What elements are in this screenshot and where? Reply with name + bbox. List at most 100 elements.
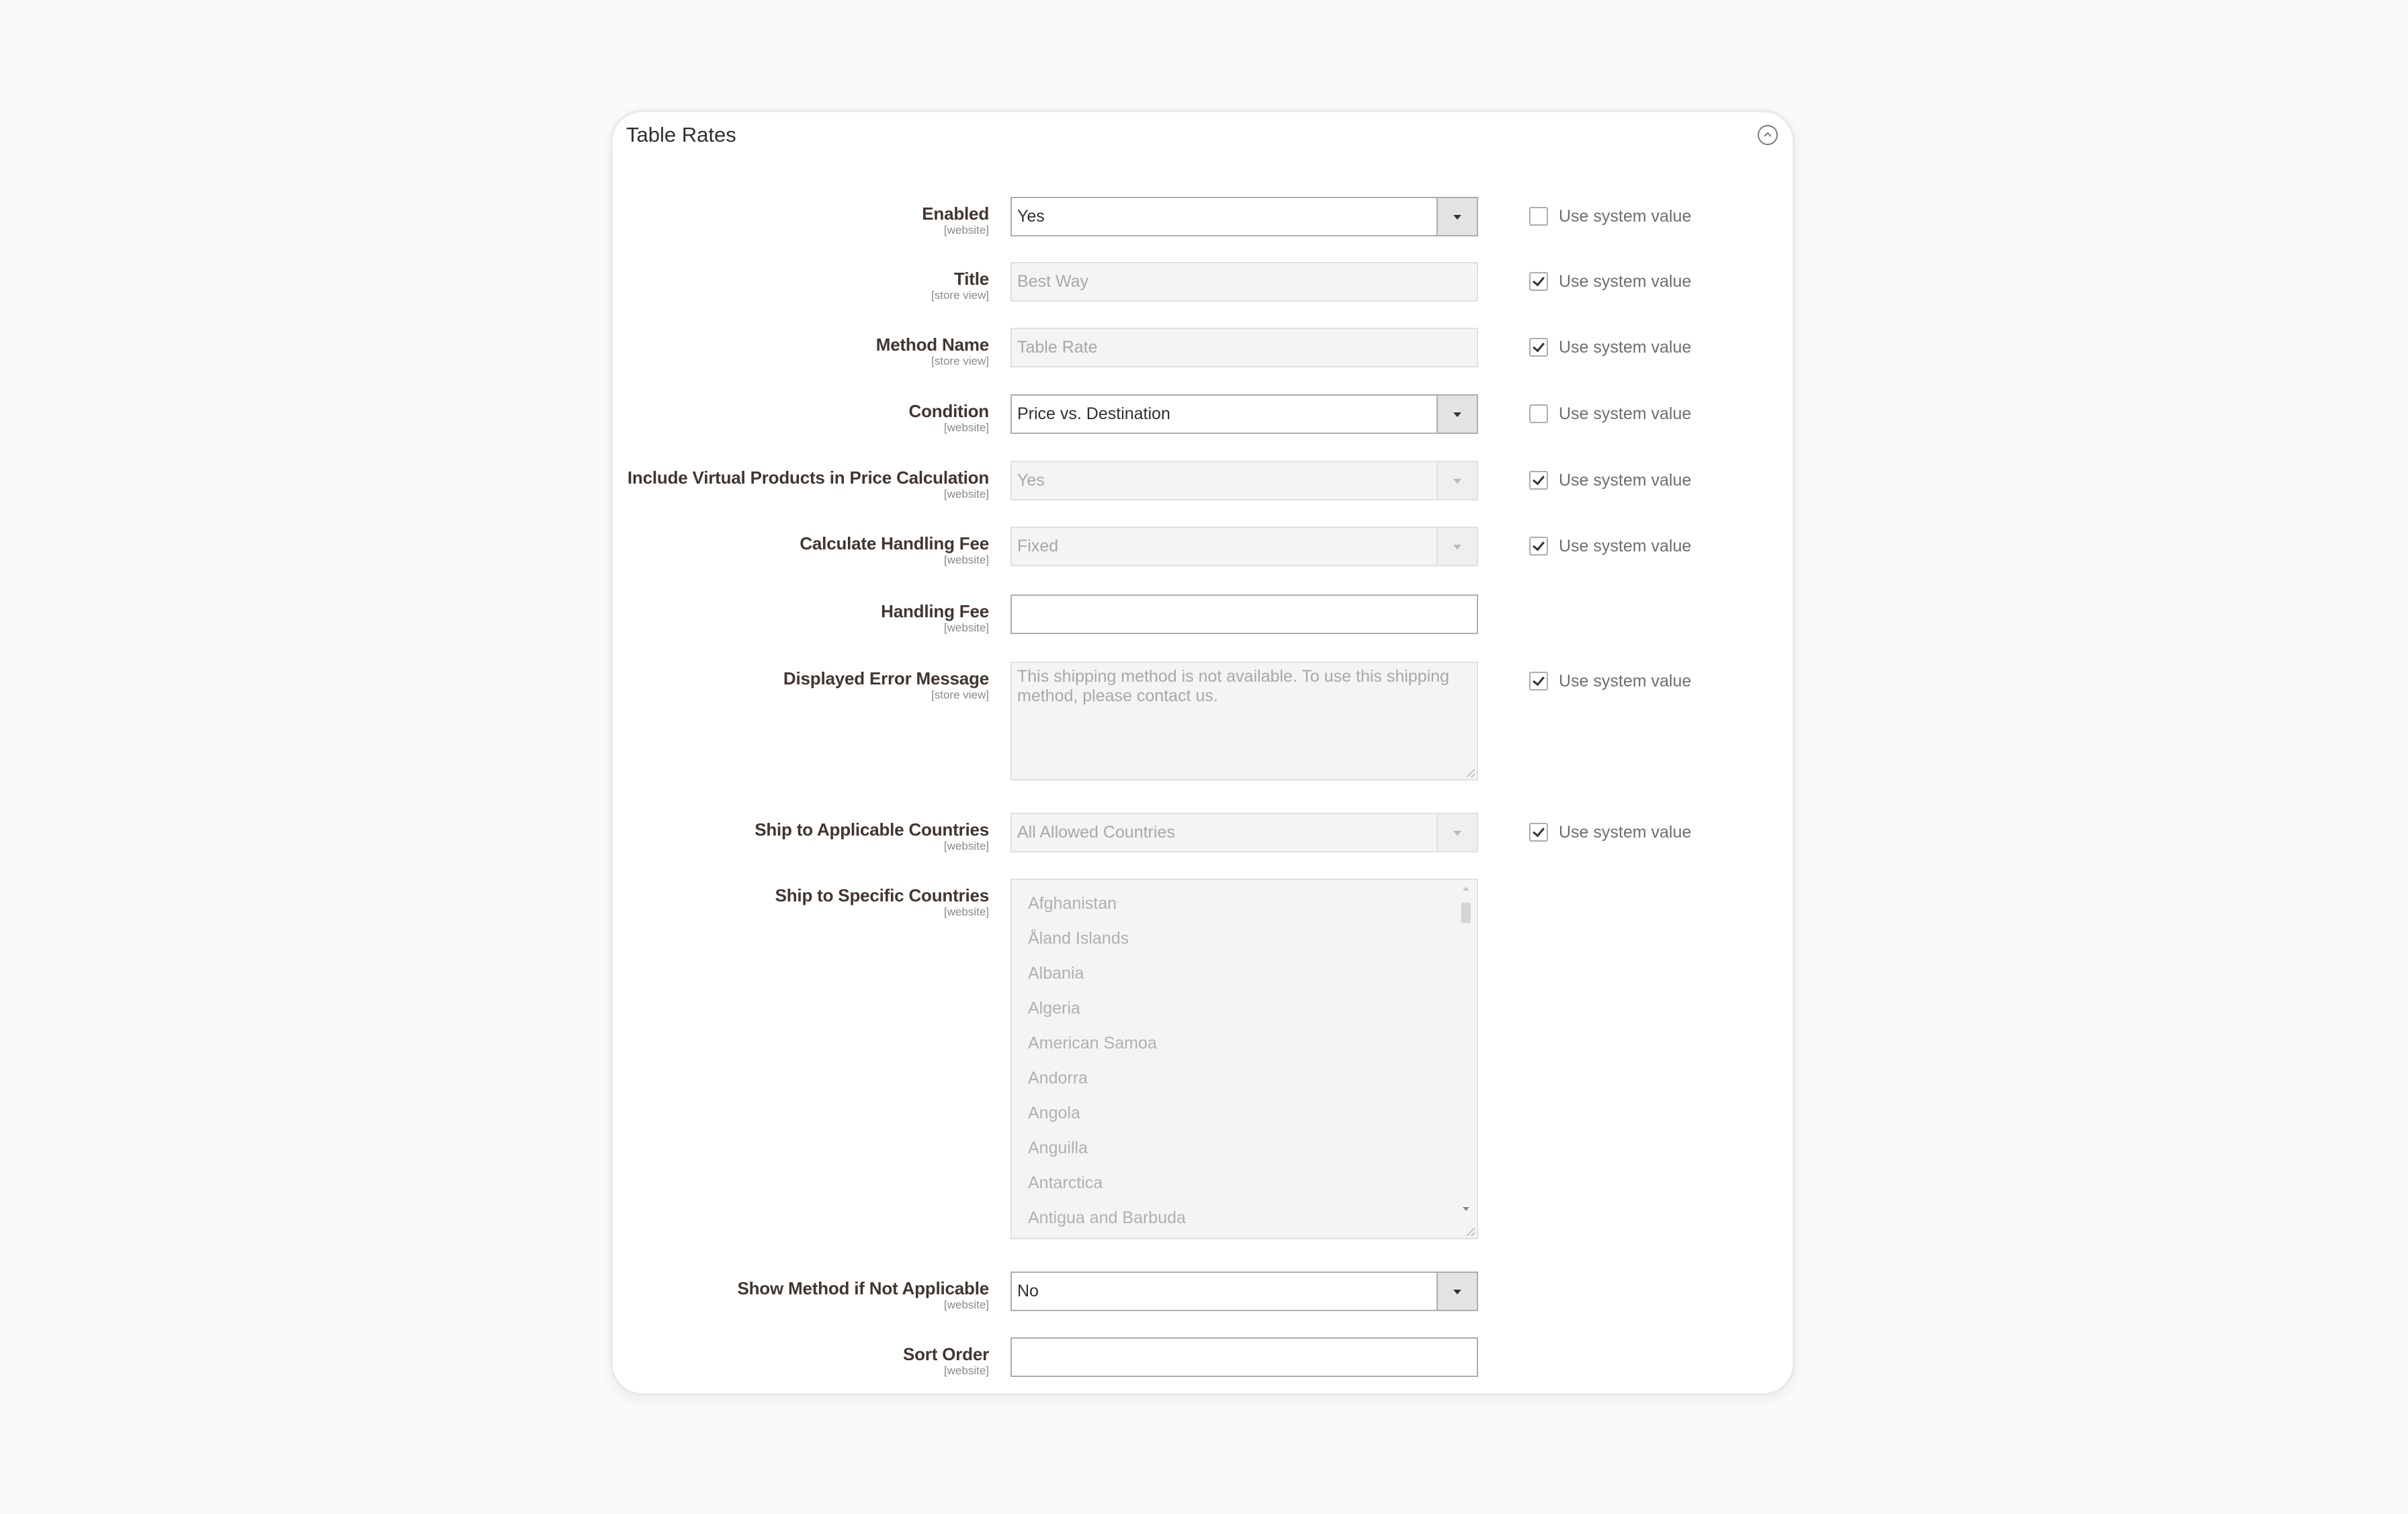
select-value: No: [1017, 1282, 1039, 1300]
caret-down-icon: [1453, 1289, 1461, 1294]
use-system-value-checkbox[interactable]: [1529, 207, 1548, 226]
scroll-down-icon[interactable]: [1463, 1207, 1469, 1211]
dropdown-toggle[interactable]: [1436, 198, 1477, 235]
select-value: All Allowed Countries: [1017, 823, 1175, 842]
field-label: Sort Order: [902, 1344, 989, 1364]
calc-handling-fee-select[interactable]: Fixed: [1010, 527, 1478, 566]
resize-handle-icon[interactable]: [1467, 1228, 1475, 1236]
scrollbar-thumb[interactable]: [1461, 903, 1471, 923]
scroll-up-icon[interactable]: [1463, 887, 1469, 891]
field-label: Calculate Handling Fee: [800, 533, 989, 553]
use-system-value-error-message[interactable]: Use system value: [1529, 671, 1691, 691]
method-name-input[interactable]: Table Rate: [1010, 328, 1478, 367]
dropdown-toggle[interactable]: [1436, 528, 1477, 565]
country-option[interactable]: Antigua and Barbuda: [1028, 1208, 1186, 1228]
country-option[interactable]: Angola: [1028, 1103, 1080, 1123]
country-option[interactable]: Anguilla: [1028, 1138, 1088, 1158]
field-label: Show Method if Not Applicable: [737, 1278, 989, 1298]
section-title: Table Rates: [626, 123, 736, 146]
use-system-value-checkbox[interactable]: [1529, 537, 1548, 555]
scope-label: [website]: [943, 488, 989, 500]
use-system-value-label: Use system value: [1559, 404, 1692, 423]
use-system-value-checkbox[interactable]: [1529, 823, 1548, 842]
scope-label: [store view]: [931, 688, 989, 701]
sort-order-input[interactable]: [1010, 1337, 1478, 1377]
use-system-value-label: Use system value: [1559, 822, 1692, 842]
use-system-value-title[interactable]: Use system value: [1529, 271, 1691, 292]
field-label: Displayed Error Message: [783, 668, 989, 688]
condition-select[interactable]: Price vs. Destination: [1010, 394, 1478, 434]
scope-label: [store view]: [931, 355, 989, 367]
dropdown-toggle[interactable]: [1436, 814, 1477, 851]
country-option[interactable]: Algeria: [1028, 998, 1080, 1018]
use-system-value-label: Use system value: [1559, 536, 1692, 555]
country-option[interactable]: Albania: [1028, 963, 1084, 983]
dropdown-toggle[interactable]: [1436, 1273, 1477, 1310]
applicable-countries-select[interactable]: All Allowed Countries: [1010, 813, 1478, 852]
use-system-value-include-virtual[interactable]: Use system value: [1529, 470, 1691, 490]
scrollbar[interactable]: [1459, 883, 1473, 1235]
scope-label: [website]: [943, 1364, 989, 1377]
enabled-select[interactable]: Yes: [1010, 197, 1478, 236]
country-option[interactable]: Antarctica: [1028, 1173, 1103, 1193]
use-system-value-condition[interactable]: Use system value: [1529, 404, 1691, 424]
country-option[interactable]: American Samoa: [1028, 1033, 1157, 1053]
scope-label: [store view]: [931, 289, 989, 302]
field-label: Condition: [908, 401, 990, 421]
error-message-textarea[interactable]: This shipping method is not available. T…: [1010, 662, 1478, 781]
field-label: Title: [954, 269, 989, 289]
use-system-value-checkbox[interactable]: [1529, 404, 1548, 423]
dropdown-toggle[interactable]: [1436, 396, 1477, 433]
country-option[interactable]: Andorra: [1028, 1068, 1088, 1088]
use-system-value-label: Use system value: [1559, 271, 1692, 291]
scope-label: [website]: [943, 553, 989, 566]
scope-label: [website]: [943, 621, 989, 634]
country-option[interactable]: Afghanistan: [1028, 893, 1117, 914]
field-label: Ship to Specific Countries: [775, 885, 990, 905]
scope-label: [website]: [943, 224, 989, 236]
textarea-value: This shipping method is not available. T…: [1017, 667, 1449, 705]
show-method-select[interactable]: No: [1010, 1272, 1478, 1311]
use-system-value-label: Use system value: [1559, 337, 1692, 357]
caret-down-icon: [1453, 412, 1461, 417]
scope-label: [website]: [943, 421, 989, 434]
chevron-up-icon: [1764, 132, 1772, 137]
use-system-value-checkbox[interactable]: [1529, 672, 1548, 691]
use-system-value-checkbox[interactable]: [1529, 471, 1548, 490]
use-system-value-label: Use system value: [1559, 470, 1692, 490]
caret-down-icon: [1453, 544, 1461, 549]
input-value: Table Rate: [1017, 338, 1098, 357]
use-system-value-checkbox[interactable]: [1529, 272, 1548, 291]
field-label: Handling Fee: [881, 601, 989, 621]
use-system-value-applicable-countries[interactable]: Use system value: [1529, 822, 1691, 842]
collapse-button[interactable]: [1758, 125, 1778, 145]
field-label: Ship to Applicable Countries: [755, 819, 989, 840]
use-system-value-checkbox[interactable]: [1529, 338, 1548, 357]
scope-label: [website]: [943, 840, 989, 852]
select-value: Fixed: [1017, 537, 1059, 555]
select-value: Price vs. Destination: [1017, 404, 1170, 423]
country-option[interactable]: Åland Islands: [1028, 928, 1129, 948]
field-label: Include Virtual Products in Price Calcul…: [627, 467, 989, 488]
title-input[interactable]: Best Way: [1010, 262, 1478, 302]
input-value: Best Way: [1017, 272, 1089, 291]
scope-label: [website]: [943, 1298, 989, 1311]
use-system-value-method-name[interactable]: Use system value: [1529, 337, 1691, 357]
select-value: Yes: [1017, 207, 1045, 226]
use-system-value-label: Use system value: [1559, 671, 1692, 691]
handling-fee-input[interactable]: [1010, 594, 1478, 634]
include-virtual-select[interactable]: Yes: [1010, 461, 1478, 500]
use-system-value-label: Use system value: [1559, 206, 1692, 226]
dropdown-toggle[interactable]: [1436, 462, 1477, 499]
use-system-value-enabled[interactable]: Use system value: [1529, 206, 1691, 226]
use-system-value-calc-handling-fee[interactable]: Use system value: [1529, 536, 1691, 556]
table-rates-section: Table Rates Enabled [website] Yes Use sy…: [610, 109, 1795, 1396]
field-label: Method Name: [875, 335, 989, 355]
caret-down-icon: [1453, 214, 1461, 220]
caret-down-icon: [1453, 478, 1461, 484]
caret-down-icon: [1453, 830, 1461, 836]
field-label: Enabled: [922, 204, 989, 224]
resize-handle-icon[interactable]: [1467, 769, 1475, 777]
select-value: Yes: [1017, 471, 1045, 490]
specific-countries-multiselect[interactable]: Afghanistan Åland Islands Albania Algeri…: [1010, 879, 1478, 1239]
